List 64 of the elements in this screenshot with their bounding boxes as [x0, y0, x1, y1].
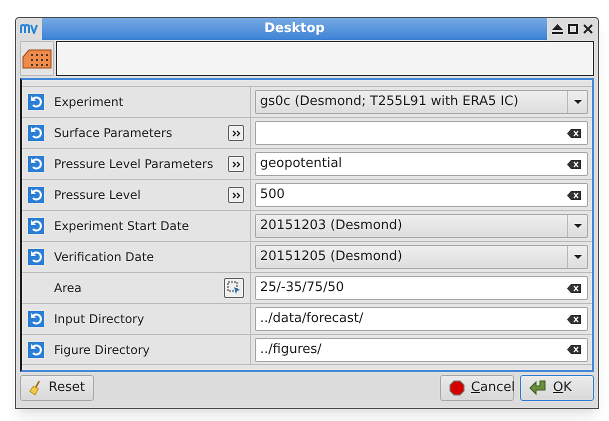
dropdown[interactable]: 20151203 (Desmond): [255, 214, 588, 238]
parameter-label: Input Directory: [54, 311, 146, 328]
reset-icon[interactable]: [28, 156, 44, 172]
parameter-label: Pressure Level Parameters: [54, 156, 214, 173]
parameter-label: Verification Date: [54, 249, 155, 266]
parameter-label: Experiment: [54, 94, 124, 111]
dropdown-arrow-icon: [574, 100, 582, 104]
icon-tool-button[interactable]: [20, 41, 54, 76]
maximize-icon[interactable]: [568, 24, 578, 34]
dropdown-value: 20151205 (Desmond): [260, 248, 404, 266]
grid-shape-icon: [22, 48, 52, 68]
parameter-label: Area: [54, 280, 83, 297]
dropdown[interactable]: 20151205 (Desmond): [255, 245, 588, 269]
field-value: 25/-35/75/50: [260, 279, 345, 298]
field-value: ../data/forecast/: [260, 310, 364, 328]
dropdown-value: gs0c (Desmond; T255L91 with ERA5 IC): [260, 93, 520, 112]
double-chevron-icon: [232, 130, 240, 136]
title-bar: Desktop: [42, 18, 547, 40]
clear-icon[interactable]: [567, 345, 581, 354]
reset-icon[interactable]: [28, 125, 44, 141]
parameter-label: Figure Directory: [54, 342, 151, 358]
reset-icon[interactable]: [28, 342, 44, 358]
stop-icon: [449, 380, 465, 396]
dropdown[interactable]: gs0c (Desmond; T255L91 with ERA5 IC): [255, 90, 588, 114]
clear-icon[interactable]: [567, 284, 581, 292]
close-icon[interactable]: [583, 24, 593, 34]
reset-icon[interactable]: [28, 311, 44, 327]
clear-icon[interactable]: [567, 128, 581, 138]
eject-icon[interactable]: [552, 24, 563, 34]
parameter-label: Surface Parameters: [54, 125, 174, 142]
clear-icon[interactable]: [567, 314, 581, 324]
parameter-label: Experiment Start Date: [54, 218, 190, 235]
double-chevron-icon: [232, 192, 240, 198]
selection-cursor-icon: [227, 281, 241, 295]
expand-button[interactable]: [228, 187, 244, 203]
reset-icon[interactable]: [28, 249, 44, 265]
dialog-button[interactable]: Cancel: [440, 375, 514, 401]
text-field[interactable]: 500: [255, 183, 588, 207]
reset-icon[interactable]: [28, 94, 44, 110]
clear-icon[interactable]: [567, 190, 581, 200]
text-field[interactable]: 25/-35/75/50: [255, 276, 588, 300]
dropdown-arrow-icon: [574, 224, 582, 228]
expand-button[interactable]: [228, 156, 244, 172]
field-value: geopotential: [260, 155, 344, 174]
reset-icon[interactable]: [28, 218, 44, 234]
app-logo-icon: [20, 24, 38, 34]
dialog-button[interactable]: OK: [520, 375, 594, 401]
double-chevron-icon: [232, 160, 240, 168]
return-arrow-icon: [529, 380, 547, 396]
text-field[interactable]: [255, 121, 588, 145]
expand-button[interactable]: [228, 125, 244, 141]
area-select-button[interactable]: [224, 278, 244, 298]
parameter-label: Pressure Level: [54, 187, 142, 204]
reset-icon[interactable]: [28, 187, 44, 203]
text-field[interactable]: geopotential: [255, 152, 588, 176]
broom-icon: [29, 379, 43, 397]
clear-icon[interactable]: [567, 160, 581, 168]
dropdown-arrow-icon: [574, 255, 582, 259]
dropdown-value: 20151203 (Desmond): [260, 217, 404, 236]
text-field[interactable]: ../data/forecast/: [255, 307, 588, 331]
field-value: 500: [260, 186, 286, 204]
dialog-button[interactable]: Reset: [20, 375, 94, 401]
text-field[interactable]: ../figures/: [255, 338, 588, 362]
field-value: ../figures/: [260, 340, 323, 359]
